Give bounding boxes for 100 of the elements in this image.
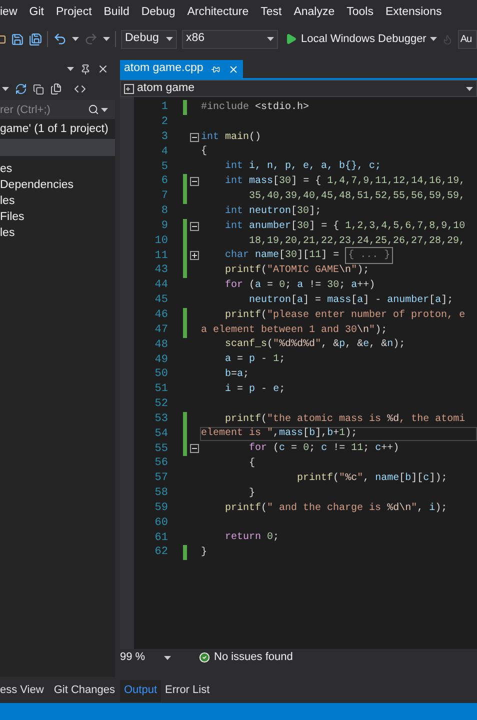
files-icon[interactable] <box>50 83 62 95</box>
platform-dropdown[interactable]: x86 <box>182 30 278 48</box>
search-icon <box>88 104 99 115</box>
search-field[interactable]: Au <box>458 30 477 48</box>
collapse-icon[interactable] <box>190 222 199 231</box>
code-line: { <box>200 144 208 160</box>
menu-item[interactable]: iew <box>0 4 18 22</box>
line-number: 45 <box>154 293 168 308</box>
save-icon[interactable] <box>11 32 24 46</box>
line-number: 53 <box>154 412 168 427</box>
line-number: 11 <box>154 248 168 264</box>
tree-item[interactable]: es <box>0 162 115 178</box>
check-icon <box>199 652 210 663</box>
line-number: 46 <box>154 308 168 323</box>
line-number: 9 <box>160 218 168 234</box>
caret-icon <box>267 37 274 41</box>
sync-icon[interactable] <box>15 83 27 95</box>
menu-item[interactable]: Git <box>29 4 44 22</box>
line-number: 8 <box>160 204 168 220</box>
code-line: #include <stdio.h> <box>200 100 310 115</box>
tree-item[interactable]: les <box>0 194 115 210</box>
code-line: int main() <box>200 130 262 145</box>
code-line: a element between 1 and 30\n"); <box>200 324 388 338</box>
pin-icon[interactable] <box>80 64 91 74</box>
issues-status[interactable]: No issues found <box>214 649 293 666</box>
editor-tab[interactable]: atom game.cpp <box>120 60 244 78</box>
code-line: printf("please enter number of proton, e <box>224 308 466 323</box>
caret-icon <box>72 37 79 41</box>
search-field[interactable]: rer (Ctrl+;) <box>0 100 88 119</box>
line-number: 58 <box>154 486 168 502</box>
line-number: 10 <box>154 234 168 249</box>
code-line: i = p - e; <box>224 382 286 397</box>
panel-tab[interactable]: Output <box>120 680 162 702</box>
code-line: printf("the atomic mass is %d, the atomi <box>224 412 466 427</box>
caret-icon <box>430 37 438 41</box>
menu-item[interactable]: Architecture <box>187 4 249 22</box>
menu-item[interactable]: Debug <box>141 4 176 22</box>
project-icon <box>124 84 134 94</box>
code-line: 18,19,20,21,22,23,24,25,26,27,28,29, <box>248 234 466 248</box>
code-line: scanf_s("%d%d%d", &p, &e, &n); <box>224 338 406 352</box>
zoom-dropdown[interactable]: 99 % <box>120 649 175 666</box>
collapse-icon[interactable] <box>190 132 199 142</box>
panel-tab[interactable]: ess View <box>0 682 44 698</box>
caret-icon <box>166 37 173 41</box>
code-line: char name[30][11] = { ... } <box>200 248 477 264</box>
dropdown-icon <box>2 87 9 91</box>
run-button[interactable]: Local Windows Debugger <box>283 30 440 48</box>
code-line: return 0; <box>224 531 280 546</box>
configuration-dropdown[interactable]: Debug <box>121 30 177 48</box>
menu-item[interactable]: Analyze <box>294 4 335 22</box>
line-number: 51 <box>154 382 168 398</box>
expand-icon[interactable] <box>190 251 199 260</box>
code-line: 35,40,39,40,45,48,51,52,55,56,59,59, <box>248 190 466 204</box>
line-number: 5 <box>160 160 168 175</box>
code-line: printf(" and the charge is %d\n", i); <box>224 502 448 516</box>
tree-item[interactable]: Files <box>0 210 115 226</box>
code-line: for (c = 0; c != 11; c++) <box>248 442 400 456</box>
line-number: 57 <box>154 471 168 486</box>
line-number: 2 <box>160 115 168 130</box>
line-number: 47 <box>154 322 168 338</box>
line-number: 50 <box>154 367 168 382</box>
undo-icon[interactable] <box>53 32 67 46</box>
menu-item[interactable]: Test <box>260 4 282 22</box>
panel-tab[interactable]: Error List <box>161 680 214 702</box>
menu-item[interactable]: Project <box>56 4 92 22</box>
search-button[interactable] <box>88 100 115 119</box>
save-all-icon[interactable] <box>29 32 42 46</box>
code-line: for (a = 0; a != 30; a++) <box>224 278 376 293</box>
collapse-icon[interactable] <box>190 177 199 186</box>
line-number: 4 <box>160 144 168 160</box>
line-number: 43 <box>154 263 168 278</box>
line-number: 59 <box>154 500 168 516</box>
line-number: 61 <box>154 530 168 546</box>
code-line: } <box>248 486 256 501</box>
collapse-icon[interactable] <box>190 444 199 454</box>
pin-icon[interactable] <box>211 64 220 74</box>
code-line: b=a; <box>224 368 250 382</box>
caret-icon <box>164 656 171 660</box>
line-number: 49 <box>154 352 168 368</box>
collapse-all-icon[interactable] <box>33 84 44 94</box>
line-number: 52 <box>154 397 168 412</box>
menu-item[interactable]: Extensions <box>385 4 442 22</box>
code-line: printf("ATOMIC GAME\n"); <box>224 264 370 278</box>
navigation-bar[interactable]: atom game <box>120 80 477 97</box>
caret-icon <box>101 108 108 112</box>
tree-item[interactable]: les <box>0 226 115 242</box>
tree-item[interactable]: game' (1 of 1 project) <box>0 121 115 139</box>
line-number: 54 <box>154 426 168 442</box>
close-icon[interactable] <box>228 64 240 74</box>
code-line: neutron[a] = mass[a] - anumber[a]; <box>248 294 454 308</box>
close-icon[interactable] <box>97 63 109 75</box>
code-line: { <box>248 456 256 472</box>
line-number: 7 <box>160 189 168 204</box>
menu-item[interactable]: Build <box>104 4 130 22</box>
line-number: 60 <box>154 516 168 531</box>
code-icon[interactable] <box>74 83 86 95</box>
tree-item[interactable]: Dependencies <box>0 178 115 194</box>
line-number: 3 <box>160 130 168 145</box>
menu-item[interactable]: Tools <box>346 4 374 22</box>
panel-tab[interactable]: Git Changes <box>54 682 115 698</box>
